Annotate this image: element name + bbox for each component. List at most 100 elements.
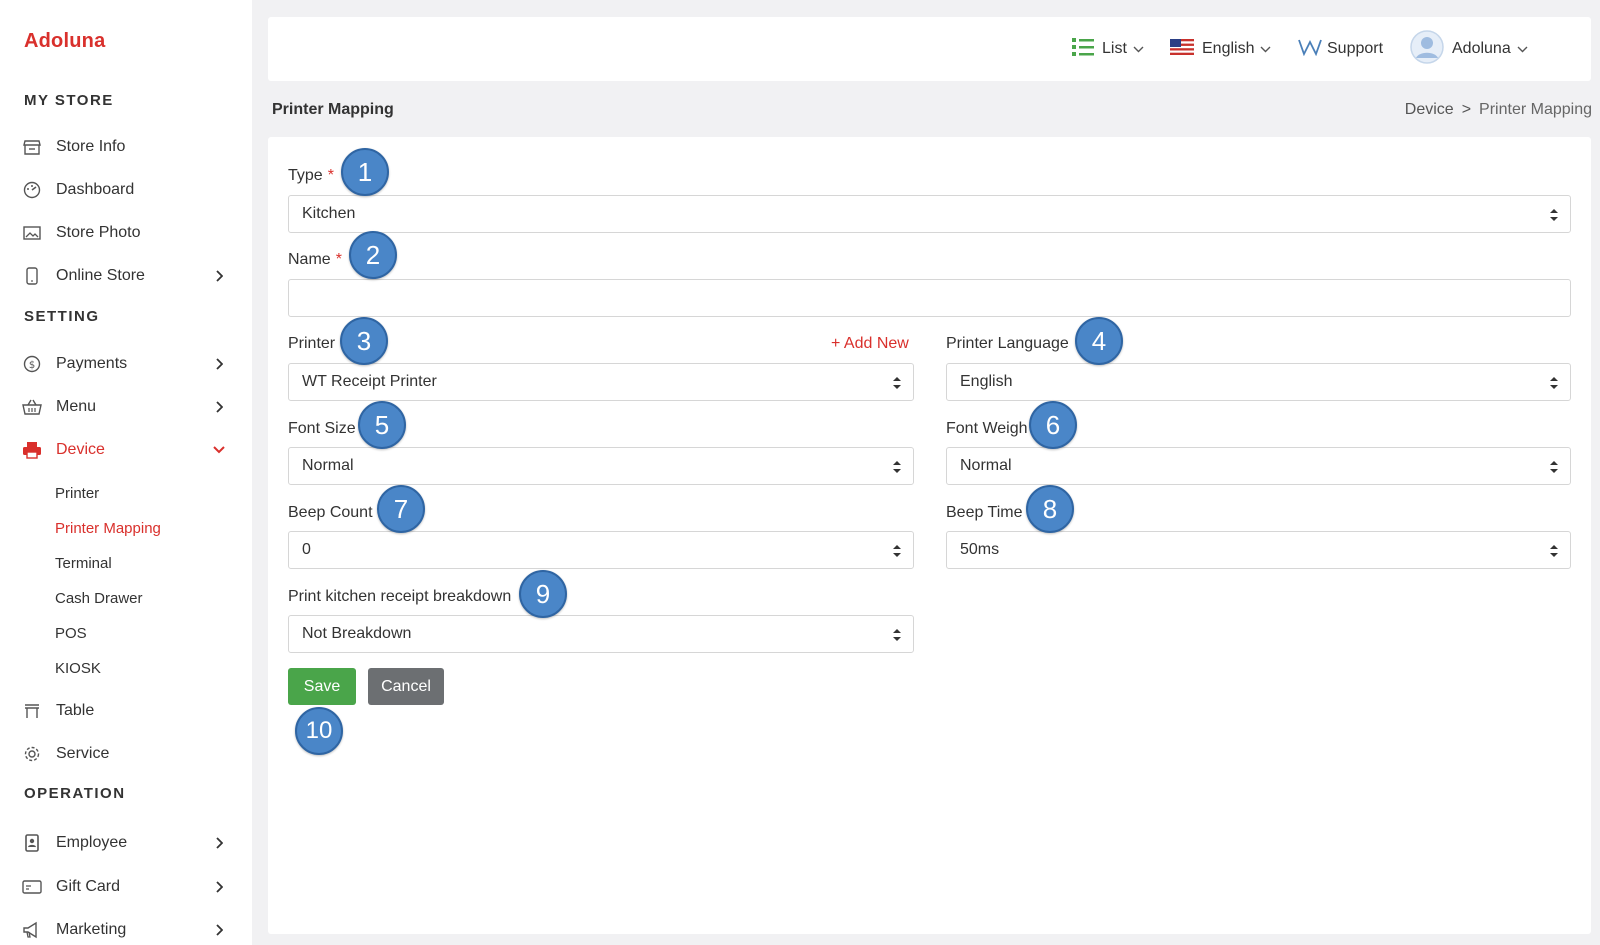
printer-icon — [22, 440, 42, 460]
sidebar-item-label: Dashboard — [56, 181, 135, 198]
breadcrumb-current: Printer Mapping — [1479, 101, 1592, 118]
support-w-icon — [1298, 38, 1322, 61]
select-arrows-icon — [1550, 461, 1558, 473]
printer-language-select[interactable]: English — [946, 363, 1571, 401]
sidebar-subitem-pos[interactable]: POS — [55, 625, 87, 642]
annotation-marker-2: 2 — [349, 231, 397, 279]
breadcrumb-device[interactable]: Device — [1405, 101, 1454, 119]
select-arrows-icon — [893, 377, 901, 389]
add-new-printer-link[interactable]: + Add New — [831, 335, 909, 353]
sidebar-item-service[interactable]: Service — [0, 736, 252, 772]
beep-count-label: Beep Count — [288, 504, 373, 521]
brand-logo[interactable]: Adoluna — [24, 30, 105, 53]
sidebar-item-label: Gift Card — [56, 878, 121, 895]
sidebar-subitem-terminal[interactable]: Terminal — [55, 555, 112, 572]
beep-time-select[interactable]: 50ms — [946, 531, 1571, 569]
beep-time-value: 50ms — [960, 541, 1000, 558]
select-arrows-icon — [1550, 545, 1558, 557]
support-link[interactable]: Support — [1298, 17, 1383, 81]
table-icon — [22, 701, 42, 721]
sidebar-subitem-kiosk[interactable]: KIOSK — [55, 660, 101, 677]
beep-count-value: 0 — [302, 541, 311, 558]
name-input[interactable] — [288, 279, 1571, 317]
chevron-right-icon — [212, 836, 226, 850]
printer-select[interactable]: WT Receipt Printer — [288, 363, 914, 401]
sidebar-item-online-store[interactable]: Online Store — [0, 258, 252, 294]
chevron-down-icon — [1517, 40, 1528, 58]
sidebar-subitem-cash-drawer[interactable]: Cash Drawer — [55, 590, 143, 607]
annotation-marker-4: 4 — [1075, 317, 1123, 365]
us-flag-icon — [1170, 38, 1194, 60]
sidebar-item-marketing[interactable]: Marketing — [0, 912, 252, 945]
language-label: English — [1202, 40, 1255, 57]
card-icon — [22, 877, 42, 897]
sidebar-item-payments[interactable]: $ Payments — [0, 346, 252, 382]
sidebar-item-dashboard[interactable]: Dashboard — [0, 172, 252, 208]
chevron-down-icon — [212, 443, 226, 457]
required-mark: * — [327, 167, 334, 184]
sidebar-item-menu[interactable]: Menu — [0, 389, 252, 425]
section-operation: OPERATION — [24, 785, 126, 802]
sidebar-item-label: Marketing — [56, 921, 127, 938]
select-arrows-icon — [1550, 377, 1558, 389]
font-weight-select[interactable]: Normal — [946, 447, 1571, 485]
sidebar-item-label: Store Info — [56, 138, 126, 155]
avatar — [1410, 29, 1444, 69]
beep-count-select[interactable]: 0 — [288, 531, 914, 569]
sidebar-subitem-printer-mapping[interactable]: Printer Mapping — [55, 520, 161, 537]
printer-mapping-form: Type * Kitchen Name * Printer + Add New WT… — [268, 137, 1591, 934]
breadcrumb-separator: > — [1461, 101, 1472, 118]
cancel-button[interactable]: Cancel — [368, 668, 444, 705]
page-title: Printer Mapping — [272, 101, 394, 118]
annotation-marker-9: 9 — [519, 570, 567, 618]
save-button[interactable]: Save — [288, 668, 356, 705]
dollar-icon: $ — [22, 354, 42, 374]
sidebar-item-label: Table — [56, 702, 95, 719]
sidebar-item-device[interactable]: Device — [0, 432, 252, 468]
dashboard-icon — [22, 180, 42, 200]
user-menu[interactable]: Adoluna — [1410, 17, 1528, 81]
list-menu[interactable]: List — [1072, 17, 1144, 81]
select-arrows-icon — [893, 461, 901, 473]
sidebar: Adoluna MY STORE Store Info Dashboard St… — [0, 0, 252, 945]
font-size-value: Normal — [302, 457, 354, 474]
sidebar-item-store-photo[interactable]: Store Photo — [0, 215, 252, 251]
sidebar-item-store-info[interactable]: Store Info — [0, 129, 252, 165]
breakdown-select[interactable]: Not Breakdown — [288, 615, 914, 653]
sidebar-subitem-printer[interactable]: Printer — [55, 485, 99, 502]
breadcrumb: Device > Printer Mapping — [1405, 101, 1592, 119]
annotation-marker-7: 7 — [377, 485, 425, 533]
language-menu[interactable]: English — [1170, 17, 1271, 81]
annotation-marker-3: 3 — [340, 317, 388, 365]
section-setting: SETTING — [24, 308, 100, 325]
name-label: Name * — [288, 251, 342, 268]
select-arrows-icon — [893, 545, 901, 557]
basket-icon — [22, 397, 42, 417]
annotation-marker-8: 8 — [1026, 485, 1074, 533]
font-size-label: Font Size — [288, 420, 356, 437]
annotation-marker-5: 5 — [358, 401, 406, 449]
top-header: List English Support Adoluna — [268, 17, 1591, 81]
required-mark: * — [335, 251, 342, 268]
support-label: Support — [1327, 40, 1384, 57]
select-arrows-icon — [893, 629, 901, 641]
sidebar-item-table[interactable]: Table — [0, 693, 252, 729]
user-label: Adoluna — [1452, 40, 1511, 57]
chevron-down-icon — [1133, 40, 1144, 58]
annotation-marker-6: 6 — [1029, 401, 1077, 449]
list-label: List — [1102, 40, 1127, 57]
select-arrows-icon — [1550, 209, 1558, 221]
chevron-down-icon — [1260, 40, 1271, 58]
font-size-select[interactable]: Normal — [288, 447, 914, 485]
type-select[interactable]: Kitchen — [288, 195, 1571, 233]
font-weight-value: Normal — [960, 457, 1012, 474]
megaphone-icon — [22, 920, 42, 940]
printer-language-value: English — [960, 373, 1013, 390]
sidebar-item-label: Service — [56, 745, 110, 762]
sidebar-item-gift-card[interactable]: Gift Card — [0, 869, 252, 905]
sidebar-item-employee[interactable]: Employee — [0, 825, 252, 861]
chevron-right-icon — [212, 269, 226, 283]
breakdown-value: Not Breakdown — [302, 625, 412, 642]
chevron-right-icon — [212, 357, 226, 371]
chevron-right-icon — [212, 880, 226, 894]
